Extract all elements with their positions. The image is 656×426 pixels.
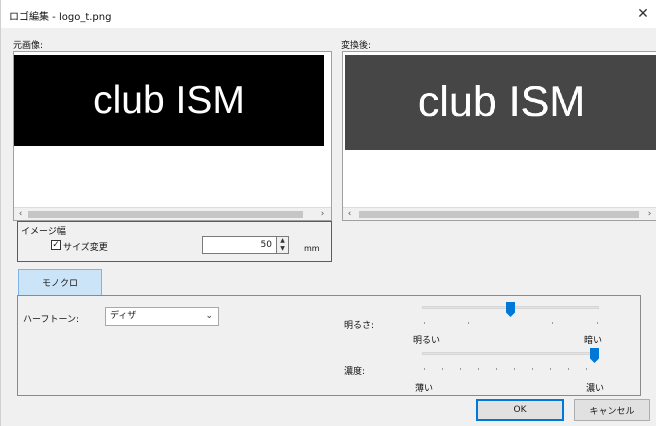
resize-checkbox[interactable]: ✓: [51, 240, 61, 250]
density-tick: [514, 368, 515, 370]
scroll-right-icon[interactable]: ›: [316, 208, 329, 220]
converted-logo-text: club ISM: [417, 78, 586, 126]
original-hscrollbar[interactable]: ‹ ›: [14, 207, 331, 220]
close-icon: ✕: [637, 6, 649, 22]
density-label: 濃度:: [344, 367, 366, 377]
density-tick: [460, 368, 461, 370]
converted-scroll-thumb[interactable]: [359, 211, 639, 218]
image-width-input[interactable]: 50: [202, 236, 277, 254]
tab-monochrome[interactable]: モノクロ: [18, 269, 102, 296]
original-logo-text: club ISM: [93, 78, 245, 122]
logo-edit-dialog: ロゴ編集 - logo_t.png ✕ 元画像: club ISM ‹ › 変換…: [0, 0, 656, 426]
cancel-button-label: キャンセル: [589, 406, 635, 417]
spin-down-icon[interactable]: ▼: [277, 245, 288, 253]
converted-hscrollbar[interactable]: ‹ ›: [343, 207, 656, 220]
original-scroll-thumb[interactable]: [28, 211, 303, 218]
brightness-tick: [552, 322, 553, 324]
density-tick: [496, 368, 497, 370]
converted-logo-image: club ISM: [345, 55, 656, 150]
close-button[interactable]: ✕: [629, 0, 656, 28]
scroll-left-icon[interactable]: ‹: [14, 208, 27, 220]
brightness-tick: [468, 322, 469, 324]
resize-label: サイズ変更: [63, 243, 108, 253]
converted-image-viewer: club ISM ‹ ›: [342, 51, 656, 221]
brightness-min-label: 明るい: [413, 336, 441, 346]
halftone-selected-value: ディザ: [110, 311, 137, 321]
cancel-button[interactable]: キャンセル: [574, 399, 650, 421]
halftone-select[interactable]: ディザ ⌄: [105, 307, 219, 326]
brightness-max-label: 暗い: [584, 336, 603, 346]
density-min-label: 薄い: [415, 384, 434, 394]
window-title: ロゴ編集 - logo_t.png: [9, 12, 112, 23]
density-tick: [550, 368, 551, 370]
scroll-right-icon[interactable]: ›: [643, 208, 656, 220]
tab-monochrome-label: モノクロ: [41, 279, 78, 289]
original-logo-image: club ISM: [14, 55, 324, 146]
density-max-label: 濃い: [586, 384, 605, 394]
brightness-tick: [424, 322, 425, 324]
scroll-left-icon[interactable]: ‹: [343, 208, 356, 220]
original-image-viewer: club ISM ‹ ›: [13, 51, 332, 221]
image-width-group-label: イメージ幅: [21, 227, 66, 237]
ok-button[interactable]: OK: [476, 399, 564, 421]
density-slider-track[interactable]: [422, 352, 599, 355]
density-tick: [586, 368, 587, 370]
density-tick: [532, 368, 533, 370]
density-tick: [442, 368, 443, 370]
ok-button-label: OK: [513, 405, 527, 415]
title-bar: ロゴ編集 - logo_t.png ✕: [1, 0, 656, 28]
original-image-label: 元画像:: [13, 41, 44, 51]
density-tick: [478, 368, 479, 370]
spin-up-icon[interactable]: ▲: [277, 237, 288, 245]
checkmark-icon: ✓: [52, 240, 60, 250]
density-tick: [568, 368, 569, 370]
brightness-label: 明るさ:: [344, 321, 375, 331]
converted-image-label: 変換後:: [341, 41, 372, 51]
image-width-unit: mm: [304, 244, 320, 253]
density-tick: [424, 368, 425, 370]
halftone-label: ハーフトーン:: [23, 315, 80, 325]
image-width-spinner[interactable]: ▲ ▼: [277, 236, 289, 254]
brightness-tick: [597, 322, 598, 324]
chevron-down-icon: ⌄: [205, 311, 213, 321]
